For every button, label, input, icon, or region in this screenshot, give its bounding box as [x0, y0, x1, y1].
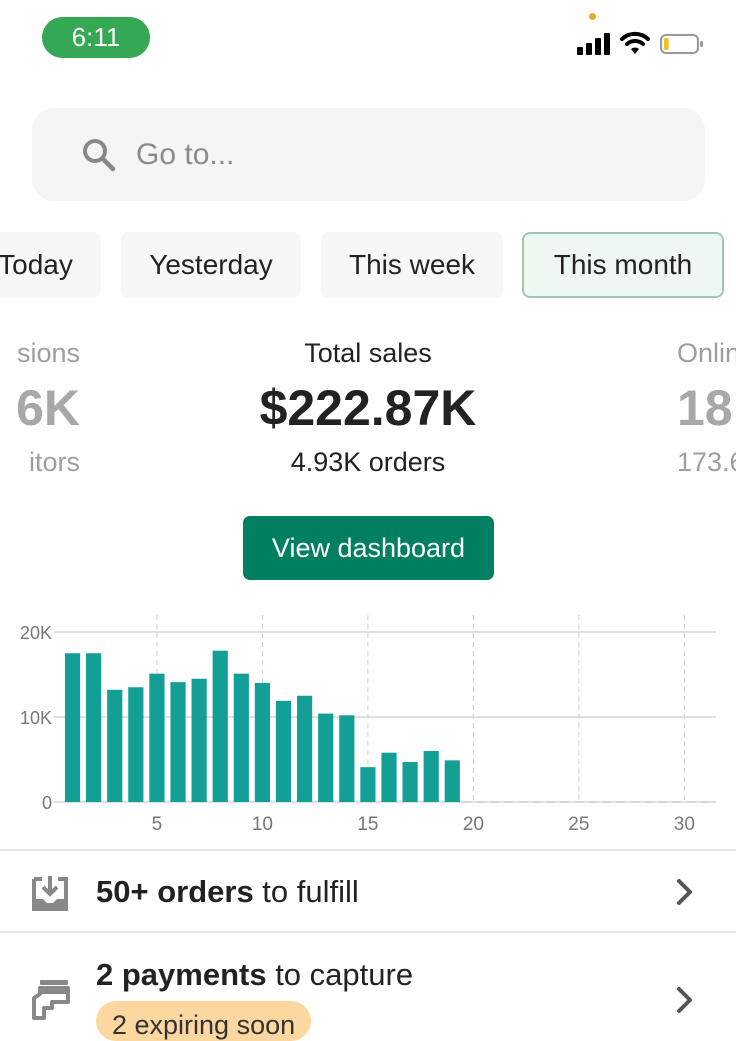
chevron-right-icon: [677, 879, 692, 905]
task-row-orders-to-fulfill[interactable]: 50+ orders to fulfill: [0, 849, 736, 933]
x-tick-label: 25: [568, 814, 589, 835]
metric-label: Onlin: [677, 338, 736, 368]
bar-day-2: [86, 653, 102, 802]
tab-label: This week: [348, 249, 476, 280]
metric-card-online[interactable]: Onlin 18 173.6: [677, 338, 736, 478]
battery-icon: [660, 34, 703, 54]
metric-value: 6K: [16, 380, 80, 436]
task-count: 50+ orders: [96, 874, 254, 909]
metric-sub: 173.6: [677, 447, 736, 477]
search-icon: [83, 138, 116, 171]
privacy-indicator-dot: [589, 13, 596, 20]
task-row-payments-to-capture[interactable]: 2 payments to capture 2 expiring soon: [0, 931, 736, 1041]
tab-today[interactable]: Today: [0, 232, 101, 298]
metric-label: sions: [16, 338, 80, 368]
task-description: to fulfill: [253, 874, 359, 909]
bar-day-16: [381, 752, 397, 802]
bar-day-3: [107, 689, 123, 802]
y-tick-label: 10K: [20, 708, 52, 728]
y-tick-label: 20K: [20, 623, 52, 643]
inbox-download-icon: [32, 876, 68, 911]
chevron-right-icon: [677, 987, 692, 1013]
bar-day-9: [233, 673, 249, 802]
metric-value: $222.87K: [259, 380, 477, 436]
metric-card-sessions[interactable]: sions 6K itors: [0, 338, 80, 478]
metric-value: 18: [677, 380, 733, 436]
x-tick-label: 30: [674, 814, 695, 835]
bar-day-14: [339, 715, 355, 802]
tab-label: Yesterday: [149, 249, 273, 280]
x-tick-label: 15: [357, 814, 378, 835]
tab-this-week[interactable]: This week: [321, 232, 503, 298]
bar-day-12: [297, 695, 313, 802]
x-tick-label: 20: [463, 814, 484, 835]
status-bar: 6:11: [0, 0, 736, 80]
task-count: 2 payments: [96, 957, 267, 992]
metric-label: Total sales: [304, 338, 432, 368]
bar-day-6: [170, 682, 186, 802]
task-text: 2 payments to capture: [96, 957, 413, 993]
search-input[interactable]: [134, 136, 658, 173]
metric-sub: itors: [28, 447, 80, 477]
x-tick-label: 5: [152, 814, 163, 835]
tab-yesterday[interactable]: Yesterday: [121, 232, 301, 298]
tab-label: Today: [0, 249, 73, 280]
x-tick-label: 10: [252, 814, 273, 835]
bar-day-17: [402, 762, 418, 802]
date-range-tabs: Today Yesterday This week This month: [0, 232, 736, 298]
bar-day-19: [444, 760, 460, 802]
metric-sub: 4.93K orders: [290, 447, 446, 477]
search-bar[interactable]: [32, 108, 705, 201]
wifi-icon: [620, 31, 650, 54]
status-time: 6:11: [42, 17, 150, 58]
bar-day-11: [275, 700, 292, 802]
signal-icon: [577, 33, 610, 55]
bar-day-1: [64, 653, 81, 802]
card-hand-icon: [32, 980, 70, 1020]
expiring-soon-badge: 2 expiring soon: [96, 1001, 312, 1041]
bar-day-15: [360, 767, 376, 802]
bar-day-8: [212, 650, 228, 802]
bar-day-5: [149, 673, 165, 802]
bar-day-7: [191, 678, 207, 802]
sales-bar-chart: 0 10K 20K 5 10 15 20 25 30: [20, 615, 716, 835]
bar-day-4: [128, 687, 144, 802]
bar-day-13: [318, 713, 334, 802]
view-dashboard-button[interactable]: View dashboard: [243, 516, 494, 580]
bar-day-18: [423, 751, 439, 802]
task-description: to capture: [266, 957, 414, 992]
y-tick-label: 0: [42, 793, 52, 813]
tab-this-month[interactable]: This month: [522, 232, 724, 298]
tab-label: This month: [553, 249, 693, 280]
task-text: 50+ orders to fulfill: [96, 874, 359, 910]
bar-day-10: [254, 683, 271, 802]
metric-card-total-sales[interactable]: Total sales $222.87K 4.93K orders: [218, 338, 518, 478]
